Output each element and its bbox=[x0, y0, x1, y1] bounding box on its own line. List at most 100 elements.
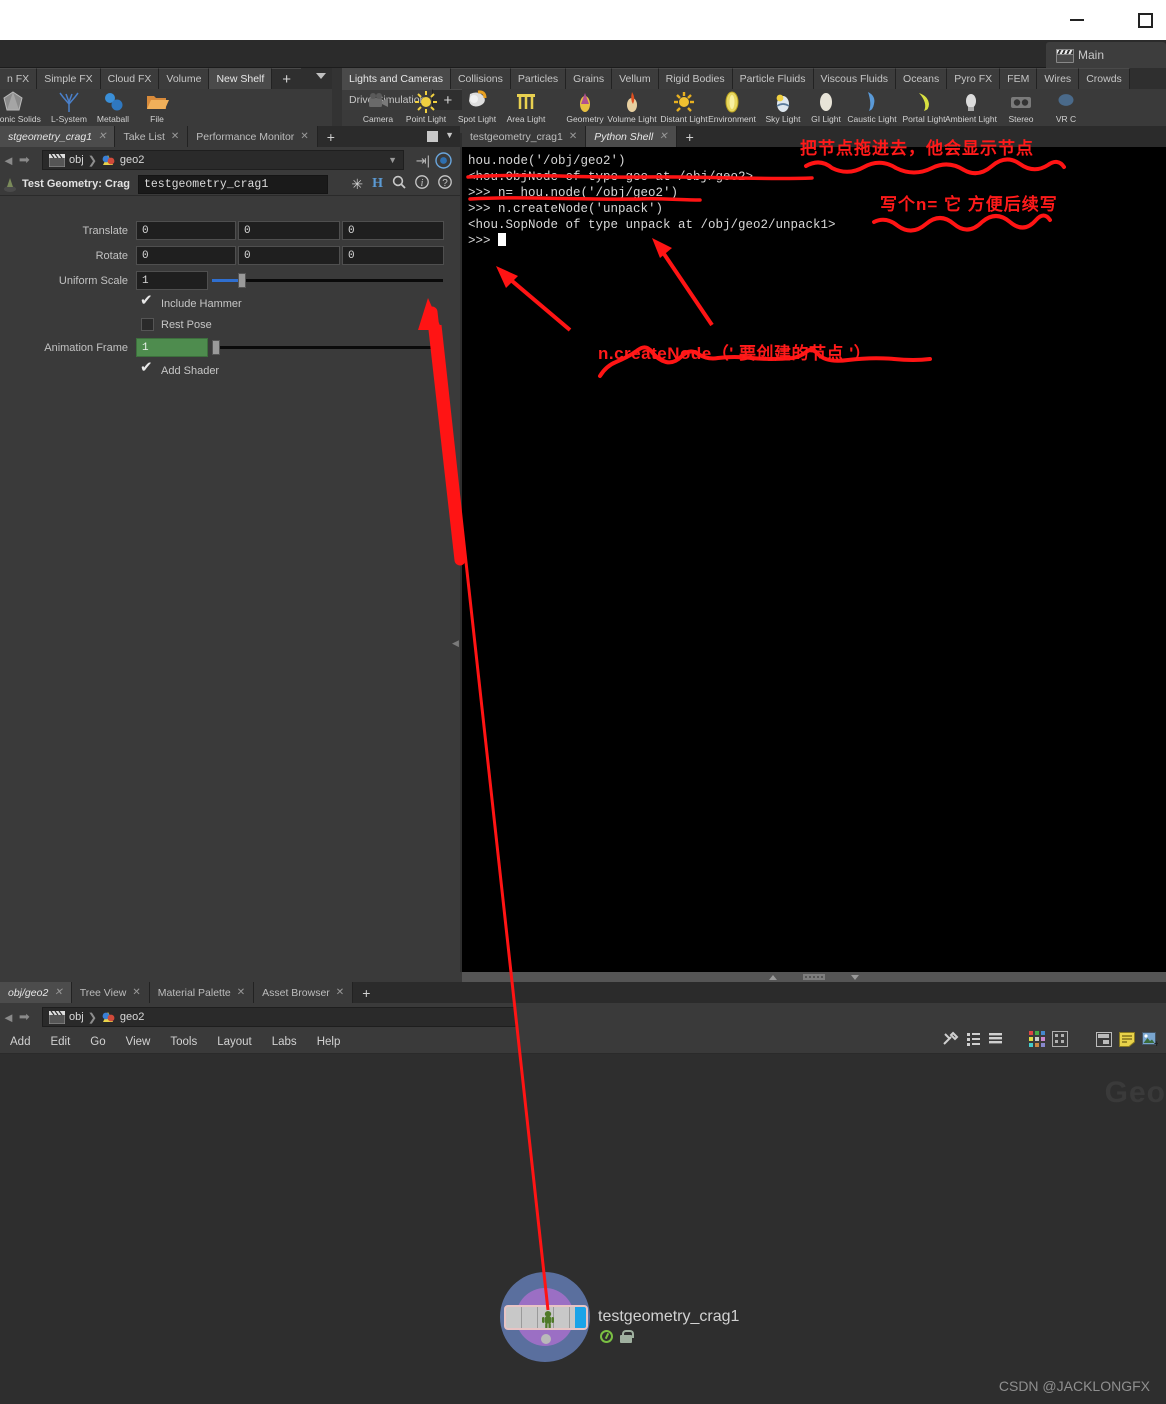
network-pane-tab-asset-browser[interactable]: Asset Browser ✕ bbox=[254, 982, 354, 1003]
python-shell-pane-tab-testgeometry-crag1[interactable]: testgeometry_crag1 ✕ bbox=[462, 126, 587, 147]
network-menu-view[interactable]: View bbox=[116, 1036, 161, 1048]
rotate-z-field[interactable]: 0 bbox=[342, 246, 444, 265]
gear-icon[interactable]: ✳ bbox=[351, 176, 363, 193]
network-back-icon[interactable]: ◄ bbox=[2, 1010, 15, 1025]
breadcrumb-node-label[interactable]: geo2 bbox=[120, 154, 144, 166]
shelf-tab-fem[interactable]: FEM bbox=[1000, 68, 1038, 89]
display-flag-icon[interactable] bbox=[600, 1330, 613, 1343]
pane-menu-chevron-icon[interactable]: ▼ bbox=[445, 130, 454, 140]
close-icon[interactable]: ✕ bbox=[336, 987, 344, 998]
forward-icon[interactable]: ➡ bbox=[19, 152, 30, 168]
lock-icon[interactable] bbox=[620, 1330, 634, 1343]
animation-frame-field[interactable]: 1 bbox=[136, 338, 208, 357]
help-icon[interactable]: ? bbox=[438, 174, 452, 194]
network-menu-edit[interactable]: Edit bbox=[40, 1036, 80, 1048]
breadcrumb-path[interactable]: obj ❯ geo2 ▼ bbox=[42, 150, 404, 170]
shelf-tab-cloud-fx[interactable]: Cloud FX bbox=[100, 68, 160, 89]
close-icon[interactable]: ✕ bbox=[54, 987, 62, 998]
uniform-scale-slider-knob[interactable] bbox=[238, 273, 246, 288]
network-breadcrumb-root[interactable]: obj bbox=[69, 1011, 84, 1023]
breadcrumb-nav-buttons[interactable]: ◄ ➡ bbox=[2, 150, 42, 170]
color-grid-icon[interactable] bbox=[1029, 1031, 1045, 1052]
parameter-pane-tab-stgeometry-crag1[interactable]: stgeometry_crag1 ✕ bbox=[0, 126, 116, 147]
include-hammer-checkbox[interactable] bbox=[140, 293, 154, 310]
rest-pose-checkbox[interactable] bbox=[141, 318, 154, 331]
shelf-tab-wires[interactable]: Wires bbox=[1037, 68, 1080, 89]
desktop-tab-main[interactable]: Main bbox=[1046, 42, 1166, 68]
network-breadcrumb-node[interactable]: geo2 bbox=[120, 1011, 144, 1023]
network-node-testgeometry-crag1[interactable]: testgeometry_crag1 bbox=[500, 1272, 900, 1372]
network-menu-layout[interactable]: Layout bbox=[207, 1036, 262, 1048]
info-icon[interactable]: i bbox=[415, 174, 429, 194]
close-icon[interactable]: ✕ bbox=[132, 987, 140, 998]
shelf-tab-viscous-fluids[interactable]: Viscous Fluids bbox=[813, 68, 897, 89]
node-display-flag[interactable] bbox=[575, 1307, 586, 1328]
close-icon[interactable]: ✕ bbox=[569, 131, 577, 142]
node-bottom-connector[interactable] bbox=[541, 1334, 551, 1344]
shelf-tab-particle-fluids[interactable]: Particle Fluids bbox=[732, 68, 814, 89]
breadcrumb-dropdown-icon[interactable]: ▼ bbox=[388, 155, 397, 165]
pin-icon[interactable]: ⇥| bbox=[416, 153, 430, 169]
back-icon[interactable]: ◄ bbox=[2, 153, 15, 168]
network-forward-icon[interactable]: ➡ bbox=[19, 1009, 30, 1025]
pane-splitter-handle[interactable]: ◀ bbox=[452, 638, 459, 649]
translate-y-field[interactable]: 0 bbox=[238, 221, 340, 240]
uniform-scale-slider[interactable] bbox=[212, 273, 443, 288]
animation-frame-slider-knob[interactable] bbox=[212, 340, 220, 355]
splitter-collapse-up-icon[interactable] bbox=[769, 974, 777, 980]
translate-x-field[interactable]: 0 bbox=[136, 221, 236, 240]
network-canvas[interactable]: Geo testgeometry_crag1 CSDN @JACKLONGFX bbox=[0, 1054, 1166, 1404]
pane-layout-icon[interactable] bbox=[427, 131, 438, 142]
shelf-tab-pyro-fx[interactable]: Pyro FX bbox=[947, 68, 1001, 89]
node-body[interactable] bbox=[504, 1305, 588, 1330]
window-minimize-button[interactable] bbox=[1054, 0, 1100, 40]
parameter-pane-add-tab-button[interactable]: + bbox=[317, 126, 344, 147]
shelf-tab-particles[interactable]: Particles bbox=[510, 68, 567, 89]
node-name-field[interactable]: testgeometry_crag1 bbox=[138, 174, 328, 194]
network-breadcrumb-nav[interactable]: ◄ ➡ bbox=[2, 1007, 42, 1027]
shelf-tab-rigid-bodies[interactable]: Rigid Bodies bbox=[658, 68, 733, 89]
houdini-h-icon[interactable]: H bbox=[372, 176, 383, 192]
animation-frame-slider[interactable] bbox=[212, 340, 443, 355]
close-icon[interactable]: ✕ bbox=[659, 131, 667, 142]
splitter-grip-icon[interactable] bbox=[803, 974, 825, 980]
uniform-scale-field[interactable]: 1 bbox=[136, 271, 208, 290]
shelf-tab-vellum[interactable]: Vellum bbox=[612, 68, 659, 89]
add-shader-checkbox[interactable] bbox=[140, 360, 154, 377]
chevron-down-icon[interactable] bbox=[316, 73, 326, 79]
close-icon[interactable]: ✕ bbox=[300, 131, 308, 142]
network-menu-go[interactable]: Go bbox=[80, 1036, 115, 1048]
tools-icon[interactable] bbox=[942, 1031, 959, 1053]
network-pane-add-tab-button[interactable]: + bbox=[353, 982, 380, 1003]
splitter-collapse-down-icon[interactable] bbox=[851, 974, 859, 980]
network-menu-add[interactable]: Add bbox=[0, 1036, 40, 1048]
note-icon[interactable] bbox=[1119, 1031, 1135, 1052]
shelf-tab-volume[interactable]: Volume bbox=[159, 68, 210, 89]
snapshot-grid-icon[interactable] bbox=[1052, 1031, 1068, 1052]
shelf-drag-handle[interactable] bbox=[332, 68, 342, 133]
parameter-pane-tab-performance-monitor[interactable]: Performance Monitor ✕ bbox=[188, 126, 318, 147]
shelf-tab-crowds[interactable]: Crowds bbox=[1079, 68, 1130, 89]
shelf-tab-collisions[interactable]: Collisions bbox=[450, 68, 511, 89]
python-shell-pane-add-tab-button[interactable]: + bbox=[676, 126, 703, 147]
layers-icon[interactable] bbox=[988, 1032, 1003, 1052]
breadcrumb-root-label[interactable]: obj bbox=[69, 154, 84, 166]
list-tree-icon[interactable] bbox=[966, 1032, 981, 1052]
python-shell-output[interactable]: hou.node('/obj/geo2') <hou.ObjNode of ty… bbox=[462, 147, 1166, 980]
shelf-tab-grains[interactable]: Grains bbox=[566, 68, 613, 89]
network-breadcrumb-path[interactable]: obj ❯ geo2 bbox=[42, 1007, 516, 1027]
close-icon[interactable]: ✕ bbox=[98, 131, 106, 142]
network-menu-help[interactable]: Help bbox=[307, 1036, 351, 1048]
shelf-tab-lights-and-cameras[interactable]: Lights and Cameras bbox=[342, 68, 451, 89]
network-pane-tab-tree-view[interactable]: Tree View ✕ bbox=[71, 982, 150, 1003]
shelf-tab-oceans[interactable]: Oceans bbox=[896, 68, 948, 89]
rotate-y-field[interactable]: 0 bbox=[238, 246, 340, 265]
network-menu-tools[interactable]: Tools bbox=[160, 1036, 207, 1048]
target-icon[interactable] bbox=[435, 152, 452, 174]
horizontal-splitter[interactable] bbox=[462, 972, 1166, 982]
network-menu-labs[interactable]: Labs bbox=[262, 1036, 307, 1048]
shelf-tab-simple-fx[interactable]: Simple FX bbox=[37, 68, 101, 89]
shelf-tab-n-fx[interactable]: n FX bbox=[0, 68, 38, 89]
close-icon[interactable]: ✕ bbox=[171, 131, 179, 142]
python-shell-pane-tab-python-shell[interactable]: Python Shell ✕ bbox=[586, 126, 677, 147]
